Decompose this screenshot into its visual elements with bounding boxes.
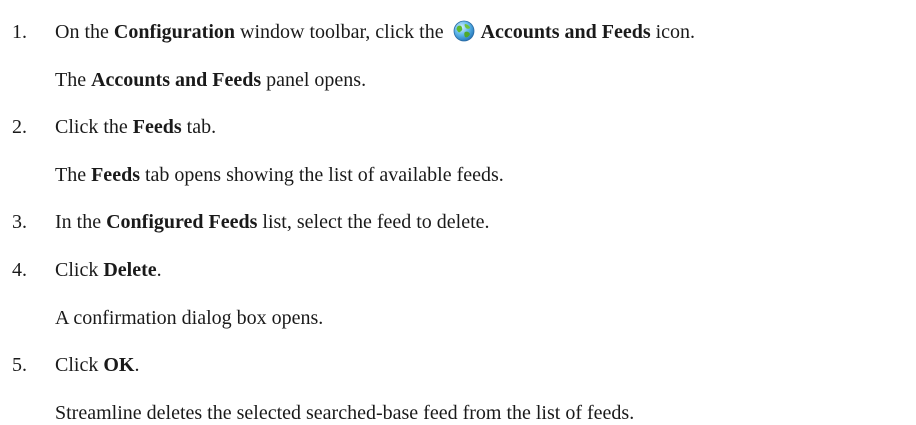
step-instruction: Click OK.: [55, 354, 140, 376]
procedure-steps: 1. On the Configuration window toolbar, …: [12, 20, 696, 424]
step-instruction: Click Delete.: [55, 259, 162, 281]
step-number: 4.: [12, 259, 27, 281]
step-number: 1.: [12, 21, 27, 43]
step-instruction: On the Configuration window toolbar, cli…: [55, 20, 695, 48]
step-number: 2.: [12, 116, 27, 138]
globe-icon: [453, 20, 475, 48]
step-number: 5.: [12, 354, 27, 376]
step-number: 3.: [12, 211, 27, 233]
step-instruction: In the Configured Feeds list, select the…: [55, 211, 490, 233]
step-instruction: Click the Feeds tab.: [55, 116, 217, 138]
